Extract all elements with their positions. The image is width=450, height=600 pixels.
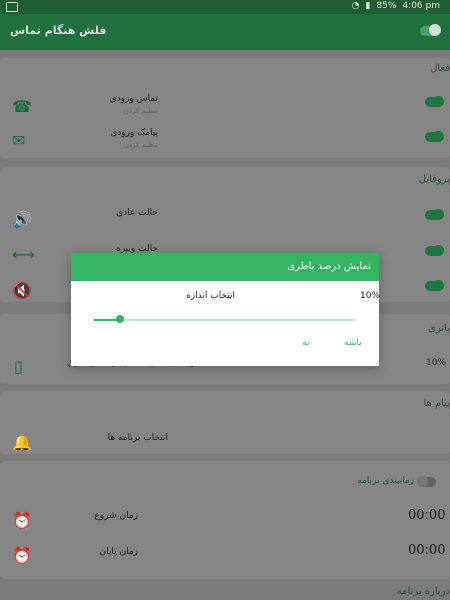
dialog-value: 10% [359,291,380,301]
battery-percentage-dialog: نمایش درصد باطری انتخاب اندازه 10% باشه … [71,253,380,366]
confirm-button[interactable]: باشه [344,337,362,348]
dialog-header: نمایش درصد باطری [71,253,379,281]
slider-track [94,319,356,321]
dialog-subtitle: انتخاب اندازه [186,291,235,301]
slider-thumb[interactable] [116,315,124,323]
dialog-title: نمایش درصد باطری [287,261,371,272]
cancel-button[interactable]: نه [302,337,309,348]
